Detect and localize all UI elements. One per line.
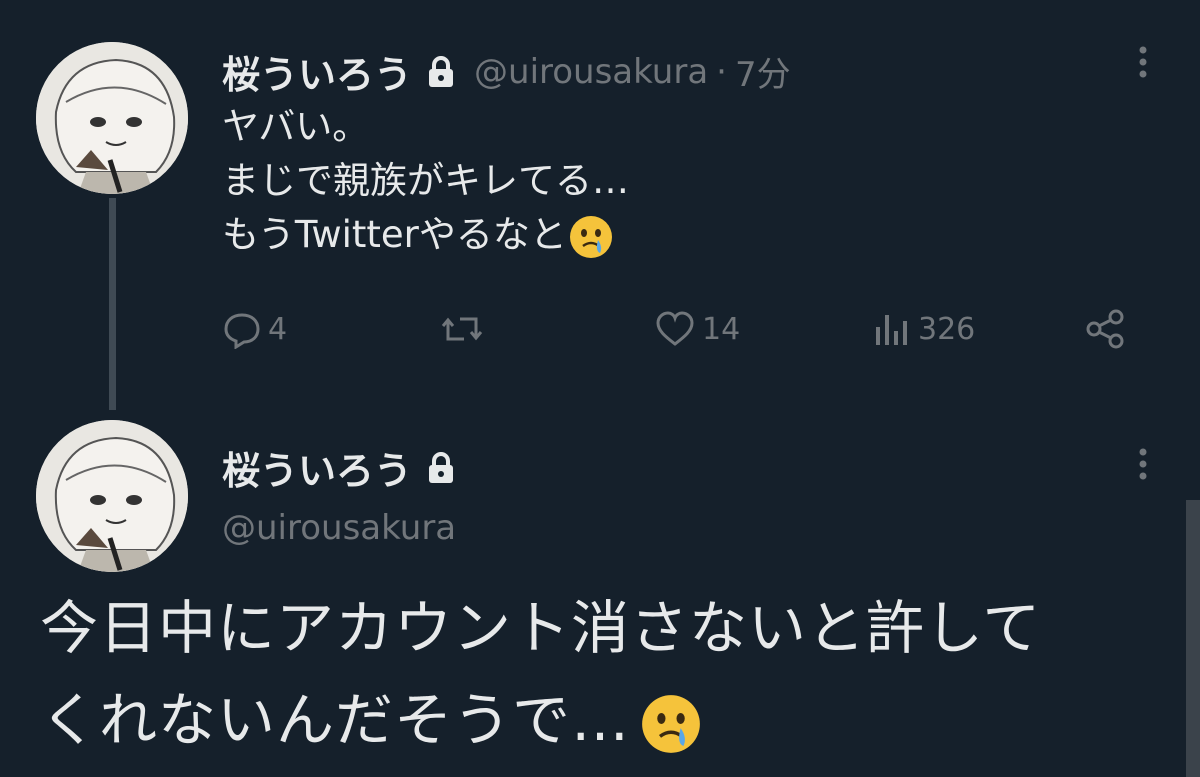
tweet-actions: 4 14 326 (222, 303, 1142, 355)
reply-button[interactable]: 4 (222, 309, 287, 349)
avatar[interactable] (36, 420, 188, 572)
avatar-illustration (36, 420, 188, 572)
views-icon (876, 315, 907, 345)
avatar-illustration (36, 42, 188, 194)
scrollbar[interactable] (1186, 500, 1200, 777)
heart-icon (656, 311, 694, 346)
share-icon (1086, 309, 1124, 349)
reply-count: 4 (268, 311, 288, 347)
tweet-text-line-with-emoji: もうTwitterやるなと (222, 208, 629, 262)
tweet-text: 今日中にアカウント消さないと許して くれないんだそうで… (40, 582, 1041, 766)
tweet-text-line: もうTwitterやるなと (222, 213, 567, 256)
handle[interactable]: @uirousakura (474, 52, 708, 92)
lock-icon (429, 451, 454, 483)
views-button[interactable]: 326 (872, 309, 975, 349)
tweet-header: 桜ういろう @uirousakura · 7分 (222, 44, 791, 99)
tweet-text: ヤバい。 まじで親族がキレてる… もうTwitterやるなと (222, 100, 629, 262)
like-button[interactable]: 14 (654, 309, 740, 349)
thread-line (109, 198, 116, 410)
share-button[interactable] (1084, 307, 1128, 351)
reply-icon (224, 313, 260, 349)
more-vertical-icon[interactable] (1133, 444, 1153, 484)
tweet-text-line: くれないんだそうで… (40, 686, 631, 754)
tweet-text-line: まじで親族がキレてる… (222, 159, 629, 202)
retweet-button[interactable] (440, 309, 484, 349)
timestamp[interactable]: 7分 (735, 47, 791, 96)
more-vertical-icon[interactable] (1133, 42, 1153, 82)
display-name[interactable]: 桜ういろう (222, 44, 412, 99)
face-holding-back-tears-emoji (642, 695, 700, 753)
face-holding-back-tears-emoji (569, 215, 612, 258)
tweet-text-line: 今日中にアカウント消さないと許して (40, 594, 1042, 662)
like-count: 14 (702, 311, 741, 347)
retweet-icon (441, 317, 483, 341)
tweet-text-line: ヤバい。 (222, 105, 370, 148)
lock-icon (429, 55, 454, 87)
tweet-text-line-with-emoji: くれないんだそうで… (40, 674, 1041, 766)
views-count: 326 (918, 311, 976, 347)
tweet-header: 桜ういろう (222, 440, 456, 495)
separator-dot: · (716, 51, 727, 92)
tweet-parent[interactable]: 桜ういろう @uirousakura · 7分 ヤバい。 まじで親族がキレてる…… (0, 0, 1200, 410)
avatar[interactable] (36, 42, 188, 194)
handle[interactable]: @uirousakura (222, 508, 456, 548)
display-name[interactable]: 桜ういろう (222, 440, 412, 495)
